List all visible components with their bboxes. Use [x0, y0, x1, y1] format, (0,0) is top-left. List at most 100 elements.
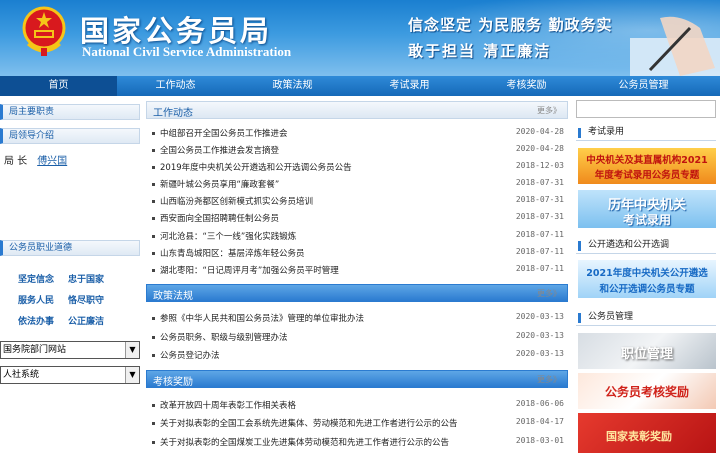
- sidebar-leaders-intro[interactable]: 局领导介绍: [0, 128, 140, 144]
- value-item[interactable]: 恪尽职守: [68, 293, 104, 306]
- chevron-down-icon: ▼: [125, 367, 139, 383]
- news-item[interactable]: 公务员登记办法 2020-03-13: [150, 347, 566, 364]
- more-link[interactable]: 更多》: [537, 288, 561, 299]
- exam-section-title: 考试录用: [588, 127, 625, 137]
- section-title: 政策法规: [153, 291, 193, 302]
- news-title[interactable]: 关于对拟表彰的全国工会系统先进集体、劳动模范和先进工作者进行公示的公告: [160, 417, 458, 429]
- bullet-icon: [152, 235, 155, 238]
- bullet-icon: [152, 441, 155, 444]
- more-link[interactable]: 更多》: [537, 105, 561, 116]
- banner-text: 中央机关及其直属机构2021: [586, 155, 708, 166]
- value-item[interactable]: 忠于国家: [68, 272, 104, 285]
- news-title[interactable]: 公务员职务、职级与级别管理办法: [160, 331, 288, 343]
- banner-2021-selection[interactable]: 2021年度中央机关公开遴选 和公开选调公务员专题: [578, 260, 716, 298]
- banner-text: 和公开选调公务员专题: [599, 284, 695, 295]
- bullet-icon: [152, 183, 155, 186]
- banner-national-awards[interactable]: 国家表彰奖励: [578, 413, 716, 453]
- news-item[interactable]: 全国公务员工作推进会发言摘登 2020-04-28: [150, 142, 566, 159]
- slogan-line-1: 信念坚定 为民服务 勤政务实: [408, 16, 613, 34]
- news-item[interactable]: 湖北枣阳：“日记周评月考”加强公务员平时管理 2018-07-11: [150, 262, 566, 279]
- hr-system-select[interactable]: 人社系统 ▼: [0, 366, 140, 384]
- banner-2021-exam[interactable]: 中央机关及其直属机构2021 年度考试录用公务员专题: [578, 148, 716, 184]
- nav-management[interactable]: 公务员管理: [585, 76, 702, 96]
- main-nav: 首页 工作动态 政策法规 考试录用 考核奖励 公务员管理: [0, 76, 720, 96]
- news-item[interactable]: 改革开放四十周年表彰工作相关表格 2018-06-06: [150, 397, 566, 414]
- value-item[interactable]: 服务人民: [18, 293, 54, 306]
- nav-policy[interactable]: 政策法规: [234, 76, 351, 96]
- nav-rewards[interactable]: 考核奖励: [468, 76, 585, 96]
- nav-home[interactable]: 首页: [0, 76, 117, 96]
- news-date: 2018-12-03: [515, 161, 564, 170]
- news-title[interactable]: 山东青岛城阳区：基层淬炼年轻公务员: [160, 247, 305, 259]
- news-item[interactable]: 山东青岛城阳区：基层淬炼年轻公务员 2018-07-11: [150, 245, 566, 262]
- pen-writing-image: [630, 16, 720, 76]
- news-item[interactable]: 中组部召开全国公务员工作推进会 2020-04-28: [150, 125, 566, 142]
- bullet-icon: [152, 217, 155, 220]
- bullet-icon: [152, 132, 155, 135]
- section-title: 工作动态: [153, 108, 193, 119]
- leader-entry: 局 长傅兴国: [4, 152, 67, 167]
- site-header: 国家公务员局 National Civil Service Administra…: [0, 0, 720, 76]
- news-title[interactable]: 关于对拟表彰的全国煤炭工业先进集体劳动模范和先进工作者进行公示的公告: [160, 436, 449, 448]
- value-item[interactable]: 坚定信念: [18, 272, 54, 285]
- news-title[interactable]: 全国公务员工作推进会发言摘登: [160, 144, 279, 156]
- section-title: 考核奖励: [153, 377, 193, 388]
- news-item[interactable]: 关于对拟表彰的全国工会系统先进集体、劳动模范和先进工作者进行公示的公告 2018-…: [150, 415, 566, 432]
- news-date: 2020-04-28: [515, 144, 564, 153]
- management-section-header: 公务员管理: [576, 310, 716, 326]
- value-item[interactable]: 依法办事: [18, 314, 54, 327]
- site-subtitle: National Civil Service Administration: [82, 44, 292, 59]
- news-title[interactable]: 参照《中华人民共和国公务员法》管理的单位审批办法: [160, 312, 364, 324]
- select-value: 国务院部门网站: [3, 345, 67, 355]
- nav-exam[interactable]: 考试录用: [351, 76, 468, 96]
- news-date: 2018-06-06: [515, 399, 564, 408]
- news-item[interactable]: 山西临汾尧都区创新模式抓实公务员培训 2018-07-31: [150, 193, 566, 210]
- news-title[interactable]: 湖北枣阳：“日记周评月考”加强公务员平时管理: [160, 264, 339, 276]
- section-work-news-header: 工作动态 更多》: [146, 101, 568, 119]
- news-item[interactable]: 关于对拟表彰的全国煤炭工业先进集体劳动模范和先进工作者进行公示的公告 2018-0…: [150, 434, 566, 451]
- management-section-title: 公务员管理: [588, 312, 634, 322]
- banner-past-exams[interactable]: 历年中央机关 考试录用: [578, 190, 716, 228]
- news-title[interactable]: 公务员登记办法: [160, 349, 220, 361]
- leader-title: 局 长: [4, 156, 28, 167]
- value-item[interactable]: 公正廉洁: [68, 314, 104, 327]
- news-date: 2020-04-28: [515, 127, 564, 136]
- banner-position-management[interactable]: 职位管理: [578, 333, 716, 369]
- search-input[interactable]: [576, 100, 716, 118]
- leader-name-link[interactable]: 傅兴国: [37, 156, 67, 167]
- select-value: 人社系统: [3, 370, 40, 380]
- banner-text: 年度考试录用公务员专题: [594, 170, 700, 181]
- news-title[interactable]: 2019年度中央机关公开遴选和公开选调公务员公告: [160, 161, 352, 173]
- bullet-icon: [152, 269, 155, 272]
- bullet-icon: [152, 336, 155, 339]
- news-item[interactable]: 参照《中华人民共和国公务员法》管理的单位审批办法 2020-03-13: [150, 310, 566, 327]
- slogan-line-2: 敢于担当 清正廉洁: [408, 42, 552, 60]
- news-item[interactable]: 西安面向全国招聘聘任制公务员 2018-07-31: [150, 210, 566, 227]
- news-date: 2018-07-31: [515, 212, 564, 221]
- news-title[interactable]: 河北沧县：“三个一线”强化实践锻炼: [160, 230, 296, 242]
- news-item[interactable]: 河北沧县：“三个一线”强化实践锻炼 2018-07-11: [150, 228, 566, 245]
- section-marker: [578, 313, 581, 323]
- news-date: 2018-03-01: [515, 436, 564, 445]
- news-date: 2020-03-13: [515, 312, 564, 321]
- news-title[interactable]: 西安面向全国招聘聘任制公务员: [160, 212, 279, 224]
- more-link[interactable]: 更多》: [537, 374, 561, 385]
- bullet-icon: [152, 404, 155, 407]
- bullet-icon: [152, 252, 155, 255]
- section-policy-header: 政策法规 更多》: [146, 284, 568, 302]
- news-item[interactable]: 2019年度中央机关公开遴选和公开选调公务员公告 2018-12-03: [150, 159, 566, 176]
- gov-dept-sites-select[interactable]: 国务院部门网站 ▼: [0, 341, 140, 359]
- news-title[interactable]: 新疆叶城公务员享用“廉政套餐”: [160, 178, 279, 190]
- news-item[interactable]: 公务员职务、职级与级别管理办法 2020-03-13: [150, 329, 566, 346]
- news-title[interactable]: 改革开放四十周年表彰工作相关表格: [160, 399, 296, 411]
- news-date: 2018-07-31: [515, 178, 564, 187]
- section-marker: [578, 128, 581, 138]
- nav-work-news[interactable]: 工作动态: [117, 76, 234, 96]
- sidebar-main-duties[interactable]: 局主要职责: [0, 104, 140, 120]
- news-title[interactable]: 山西临汾尧都区创新模式抓实公务员培训: [160, 195, 313, 207]
- news-date: 2018-07-11: [515, 230, 564, 239]
- bullet-icon: [152, 200, 155, 203]
- banner-assessment-rewards[interactable]: 公务员考核奖励: [578, 373, 716, 409]
- news-title[interactable]: 中组部召开全国公务员工作推进会: [160, 127, 288, 139]
- news-item[interactable]: 新疆叶城公务员享用“廉政套餐” 2018-07-31: [150, 176, 566, 193]
